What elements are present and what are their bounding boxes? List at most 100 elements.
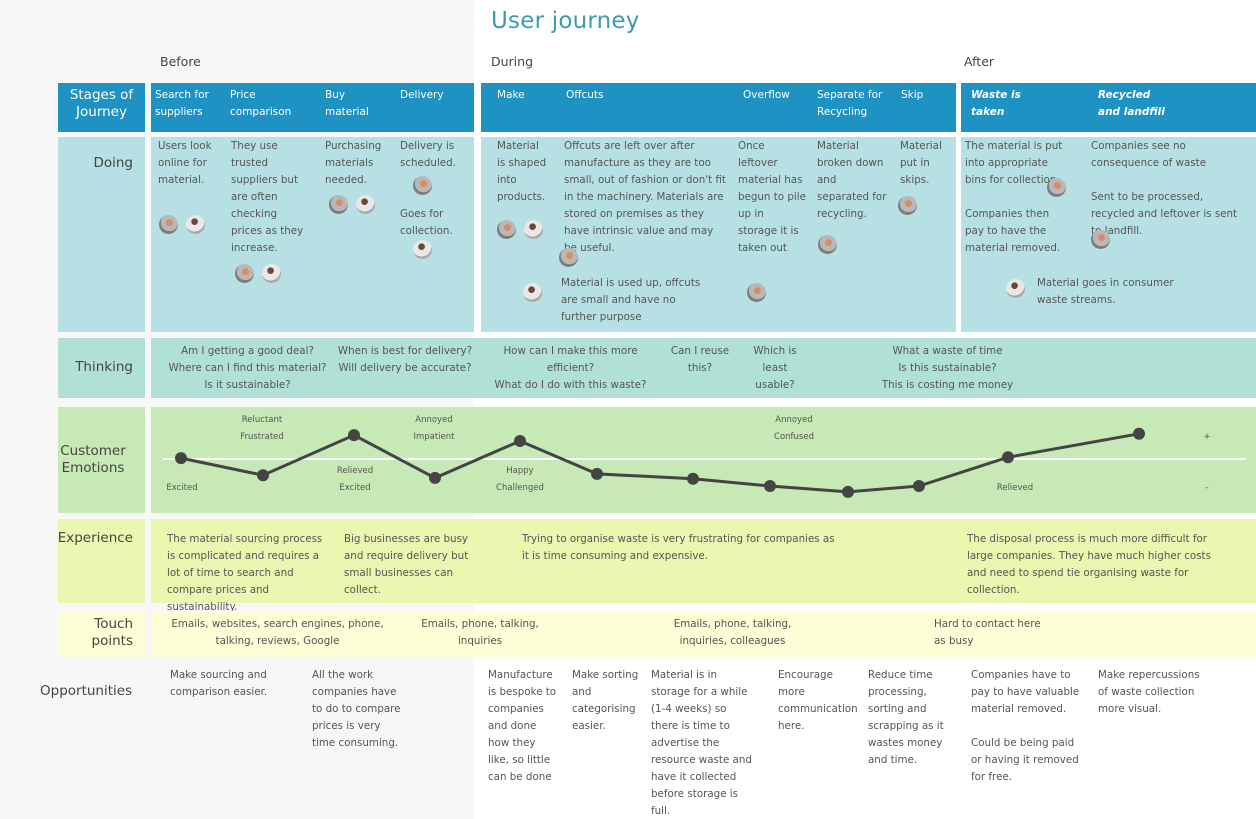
emotion-point <box>175 452 187 465</box>
emotion-label: Annoyed Confused <box>774 415 814 442</box>
stages-row-label: Stages of Journey <box>69 87 134 120</box>
opportunity-text: Make sourcing and comparison easier. <box>170 669 268 698</box>
doing-text: Material broken down and separated for r… <box>817 140 887 220</box>
opportunity-text: Companies have to pay to have valuable m… <box>971 669 1080 783</box>
opportunities-row-label: Opportunities <box>40 683 133 699</box>
stage-make: Make <box>497 89 525 101</box>
experience-text: The disposal process is much more diffic… <box>967 533 1211 596</box>
persona-avatar <box>898 196 917 215</box>
emotion-point <box>257 469 269 482</box>
thinking-label-panel: Thinking <box>58 338 145 398</box>
doing-text: Material is shaped into products. <box>497 140 547 203</box>
thinking-text: How can I make this more efficient? What… <box>494 345 647 391</box>
persona-avatar <box>356 195 375 214</box>
thinking-row-label: Thinking <box>75 359 133 375</box>
experience-label-panel: Experience <box>58 519 145 603</box>
emotion-label: Relieved <box>996 483 1034 493</box>
stages-label-panel: Stages of Journey <box>58 83 145 132</box>
thinking-text: Can I reuse this? <box>670 345 730 374</box>
doing-text: Sent to be processed, recycled and lefto… <box>1091 191 1238 237</box>
persona-avatar <box>262 264 281 283</box>
thinking-text: Which is least usable? <box>753 345 797 391</box>
experience-text: The material sourcing process is complic… <box>167 533 323 613</box>
emotion-label: Relieved Excited <box>336 466 374 493</box>
opportunity-text: Make repercussions of waste collection m… <box>1098 669 1200 715</box>
emotion-point <box>514 435 526 447</box>
persona-avatar <box>186 215 205 234</box>
emotion-label: Reluctant Frustrated <box>240 415 284 442</box>
persona-avatar <box>413 240 432 259</box>
phase-after: After <box>964 54 995 69</box>
doing-text: Material goes in consumer waste streams. <box>1037 277 1174 306</box>
emotion-scale-positive: + <box>1203 432 1211 442</box>
doing-text: Once leftover material has begun to pile… <box>738 140 806 254</box>
emotions-row-label: Customer Emotions <box>60 443 126 476</box>
thinking-text: Am I getting a good deal? Where can I fi… <box>168 345 327 391</box>
emotion-point <box>429 471 441 484</box>
doing-label-panel: Doing <box>58 137 145 332</box>
opportunity-text: All the work companies have to do to com… <box>312 669 401 749</box>
doing-text: Companies then pay to have the material … <box>965 208 1061 254</box>
stage-separate-for-recycling: Separate for Recycling <box>817 89 883 118</box>
persona-avatar <box>747 283 766 302</box>
stage-buy-material: Buy material <box>325 89 369 118</box>
emotion-point <box>591 467 603 480</box>
doing-row-label: Doing <box>93 155 133 171</box>
emotion-point <box>764 480 776 492</box>
emotion-curve-chart <box>163 427 1246 498</box>
persona-avatar <box>1006 279 1025 298</box>
persona-avatar <box>497 220 516 239</box>
opportunity-text: Material is in storage for a while (1-4 … <box>651 669 752 817</box>
touchpoint-text: Emails, phone, talking, inquiries <box>421 618 539 647</box>
persona-avatar <box>559 248 578 267</box>
stage-skip: Skip <box>901 89 924 101</box>
doing-text: Goes for collection. <box>400 208 453 237</box>
experience-row-label: Experience <box>57 530 133 546</box>
touchpoint-text: Emails, phone, talking, inquiries, colle… <box>673 618 792 647</box>
stage-waste-is-taken: Waste is taken <box>971 89 1021 118</box>
emotion-point <box>842 485 854 498</box>
emotion-scale-negative: - <box>1205 483 1209 493</box>
opportunity-text: Reduce time processing, sorting and scra… <box>868 669 944 766</box>
doing-text: Purchasing materials needed. <box>325 140 382 186</box>
emotion-point <box>348 429 360 442</box>
phase-during: During <box>491 54 534 69</box>
emotion-point <box>913 480 925 492</box>
stage-price-comparison: Price comparison <box>230 89 292 118</box>
opportunity-text: Make sorting and categorising easier. <box>572 669 639 732</box>
persona-avatar <box>235 264 254 283</box>
doing-text: Companies see no consequence of waste <box>1091 140 1207 169</box>
emotion-label: Annoyed Impatient <box>413 415 455 442</box>
emotions-label-panel: Customer Emotions <box>58 407 145 513</box>
phase-before: Before <box>160 54 201 69</box>
emotion-label: Excited <box>166 483 198 493</box>
touchpoints-row-label: Touch points <box>91 616 133 649</box>
page-title: User journey <box>491 8 640 34</box>
persona-avatar <box>1047 178 1066 197</box>
persona-avatar <box>818 235 837 254</box>
doing-text: Material put in skips. <box>900 140 942 186</box>
opportunity-text: Manufacture is bespoke to companies and … <box>488 669 557 783</box>
stage-delivery: Delivery <box>400 89 444 101</box>
emotion-label: Happy Challenged <box>496 466 544 493</box>
doing-text: Users look online for material. <box>158 140 212 186</box>
persona-avatar <box>329 195 348 214</box>
touchpoint-text: Hard to contact here as busy <box>934 618 1041 647</box>
touchpoint-text: Emails, websites, search engines, phone,… <box>171 618 384 647</box>
experience-text: Big businesses are busy and require deli… <box>344 533 469 596</box>
stage-offcuts: Offcuts <box>566 89 604 101</box>
stage-search-for-suppliers: Search for suppliers <box>155 89 209 118</box>
thinking-text: When is best for delivery? Will delivery… <box>337 345 473 374</box>
doing-text: Delivery is scheduled. <box>400 140 456 169</box>
emotion-point <box>687 472 699 485</box>
emotion-point <box>1002 451 1014 464</box>
touchpoints-label-panel: Touch points <box>58 611 145 657</box>
thinking-text: What a waste of time Is this sustainable… <box>881 345 1014 391</box>
persona-avatar <box>524 220 543 239</box>
doing-text: Offcuts are left over after manufacture … <box>564 140 726 254</box>
emotion-point <box>1133 427 1145 440</box>
persona-avatar <box>159 215 178 234</box>
doing-text: Material is used up, offcuts are small a… <box>561 277 701 323</box>
persona-avatar <box>523 283 542 302</box>
experience-text: Trying to organise waste is very frustra… <box>522 533 835 562</box>
